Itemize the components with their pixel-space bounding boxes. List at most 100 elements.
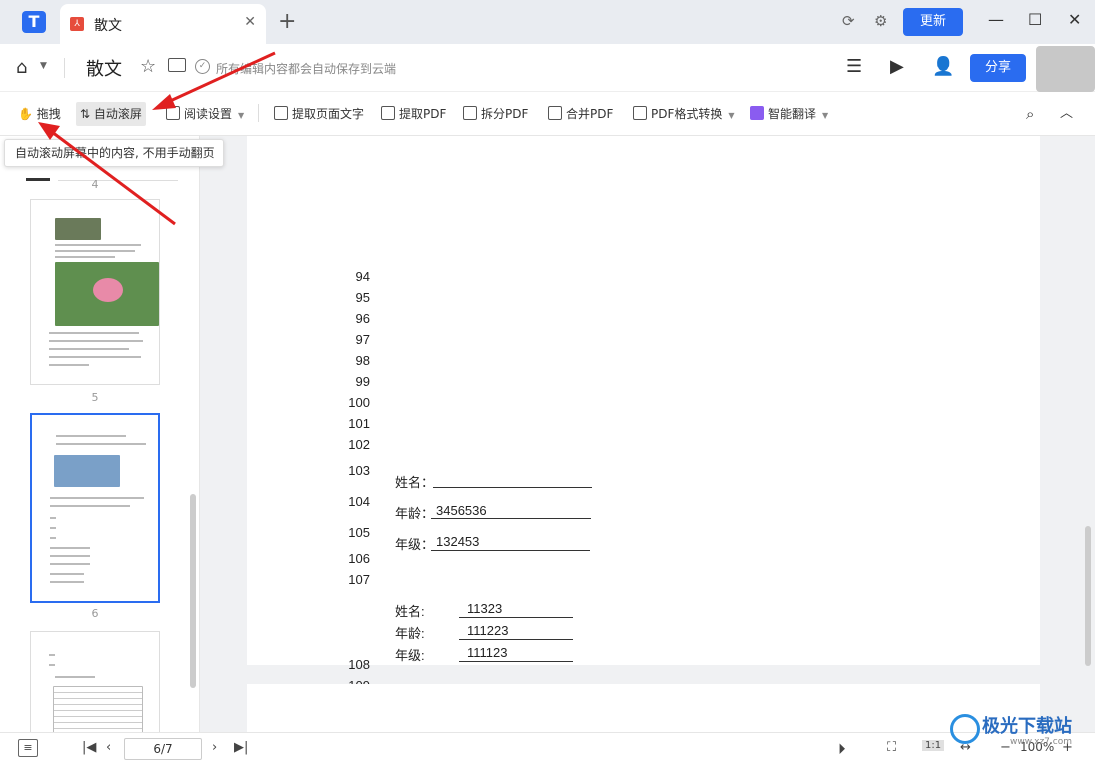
thumbnail-text-line [50, 563, 90, 565]
line-number: 108 [348, 657, 370, 672]
pan-tool-button[interactable]: ✋ 拖拽 [18, 102, 61, 126]
app-logo-icon[interactable]: T [22, 11, 46, 33]
line-number: 94 [355, 269, 370, 284]
thumbnail-image [54, 455, 120, 487]
thumbnail-text-line [55, 250, 135, 252]
thumbnail-page-5[interactable] [30, 199, 160, 385]
document-header: ⌂ ▼ 散文 ☆ ✓ 所有编辑内容都会自动保存到云端 ☰ ▶ 👤 分享 [0, 44, 1095, 92]
home-icon[interactable]: ⌂ [16, 57, 27, 78]
extract-text-button[interactable]: 提取页面文字 [274, 102, 364, 126]
first-page-icon[interactable]: |◀ [82, 740, 96, 755]
thumbnail-text-line [49, 348, 129, 350]
document-scrollbar[interactable] [1085, 526, 1091, 666]
thumbnail-text-line [55, 244, 141, 246]
thumbnail-text-line [50, 497, 144, 499]
actual-size-icon[interactable]: 1:1 [922, 740, 945, 751]
thumbnail-text-line [49, 654, 55, 656]
fit-page-icon[interactable]: ⛶ [887, 740, 896, 755]
smart-translate-button[interactable]: 智能翻译 ▼ [750, 102, 828, 126]
thumbnail-text-line [50, 547, 90, 549]
move-folder-icon[interactable] [168, 58, 186, 72]
watermark-icon [950, 714, 980, 744]
present-icon[interactable]: ▶ [890, 56, 904, 77]
read-settings-icon [166, 106, 180, 120]
thumbnail-text-line [50, 555, 90, 557]
thumbnail-text-line [55, 256, 115, 258]
line-number: 102 [348, 437, 370, 452]
maximize-icon[interactable]: ☐ [1028, 10, 1042, 29]
star-icon[interactable]: ☆ [140, 56, 156, 77]
auto-scroll-tooltip: 自动滚动屏幕中的内容, 不用手动翻页 [4, 139, 224, 167]
line-number: 107 [348, 572, 370, 587]
new-tab-icon[interactable]: + [278, 9, 296, 34]
thumbnail-image [93, 278, 123, 302]
pdf-convert-label: PDF格式转换 [651, 107, 723, 121]
auto-scroll-button[interactable]: ⇅ 自动滚屏 [76, 102, 146, 126]
merge-pdf-button[interactable]: 合并PDF [548, 102, 613, 126]
saved-check-icon: ✓ [195, 59, 210, 74]
grade-value: 132453 [436, 534, 480, 549]
add-collaborator-icon[interactable]: 👤 [932, 56, 954, 77]
thumbnail-page-6[interactable] [30, 413, 160, 603]
age-underline-2 [459, 639, 573, 640]
minimize-icon[interactable]: — [988, 10, 1004, 29]
translate-icon [750, 106, 764, 120]
extract-pdf-button[interactable]: 提取PDF [381, 102, 446, 126]
thumbnail-text-line [49, 364, 89, 366]
share-button[interactable]: 分享 [970, 54, 1026, 82]
tab-title: 散文 [94, 18, 122, 34]
thumbnail-text-line [56, 435, 126, 437]
age-label: 年龄： [395, 506, 435, 521]
grade-underline [431, 550, 590, 551]
sidebar-scrollbar[interactable] [190, 494, 196, 688]
thumbnail-image [55, 218, 101, 240]
read-settings-button[interactable]: 阅读设置 ▼ [166, 102, 244, 126]
line-number: 99 [355, 374, 370, 389]
split-pdf-button[interactable]: 拆分PDF [463, 102, 528, 126]
thumbnail-text-line [49, 356, 141, 358]
line-number: 98 [355, 353, 370, 368]
pdf-convert-button[interactable]: PDF格式转换 ▼ [633, 102, 735, 126]
search-icon[interactable]: ⌕ [1026, 102, 1034, 126]
collapse-toolbar-icon[interactable]: ︿ [1060, 102, 1073, 126]
hand-icon: ✋ [18, 107, 33, 121]
thumbnail-page-7[interactable] [30, 631, 160, 732]
split-pdf-icon [463, 106, 477, 120]
divider [64, 58, 65, 78]
outline-panel-icon[interactable]: ≡ [18, 739, 38, 757]
auto-scroll-icon: ⇅ [80, 107, 91, 121]
thumbnail-text-line [49, 340, 143, 342]
document-tab[interactable]: ⅄ 散文 ✕ [60, 4, 266, 44]
thumbnail-page-number: 6 [91, 607, 99, 620]
play-autoscroll-icon[interactable]: ⏵ [838, 740, 846, 758]
next-page-icon[interactable]: › [212, 740, 217, 755]
name-label: 姓名： [395, 475, 435, 490]
pdf-icon: ⅄ [70, 17, 84, 31]
last-page-icon[interactable]: ▶| [234, 740, 248, 755]
settings-gear-icon[interactable]: ⚙ [874, 12, 887, 30]
age-value-2: 111223 [467, 623, 509, 638]
page-number-input[interactable]: 6/7 [124, 738, 202, 760]
smart-translate-label: 智能翻译 [768, 107, 817, 121]
thumbnail-table [53, 686, 143, 732]
prev-page-icon[interactable]: ‹ [106, 740, 111, 755]
name-underline [433, 487, 592, 488]
menu-icon[interactable]: ☰ [846, 56, 862, 77]
close-window-icon[interactable]: ✕ [1068, 10, 1081, 29]
title-bar: T ⅄ 散文 ✕ + ⟳ ⚙ 更新 — ☐ ✕ [0, 0, 1095, 44]
update-button[interactable]: 更新 [903, 8, 963, 36]
age-underline [431, 518, 591, 519]
home-dropdown-icon[interactable]: ▼ [40, 61, 47, 71]
sync-icon[interactable]: ⟳ [842, 12, 855, 30]
avatar[interactable] [1036, 46, 1095, 92]
pan-tool-label: 拖拽 [36, 107, 61, 121]
convert-icon [633, 106, 647, 120]
thumbnail-page-number: 5 [91, 391, 99, 404]
grade-underline-2 [459, 661, 573, 662]
thumbnail-page-number: 4 [91, 178, 99, 191]
document-title[interactable]: 散文 [86, 55, 122, 81]
tab-close-icon[interactable]: ✕ [244, 14, 256, 30]
thumbnail-text-line [50, 527, 56, 529]
merge-pdf-label: 合并PDF [566, 107, 614, 121]
thumbnail-text-line [50, 537, 56, 539]
